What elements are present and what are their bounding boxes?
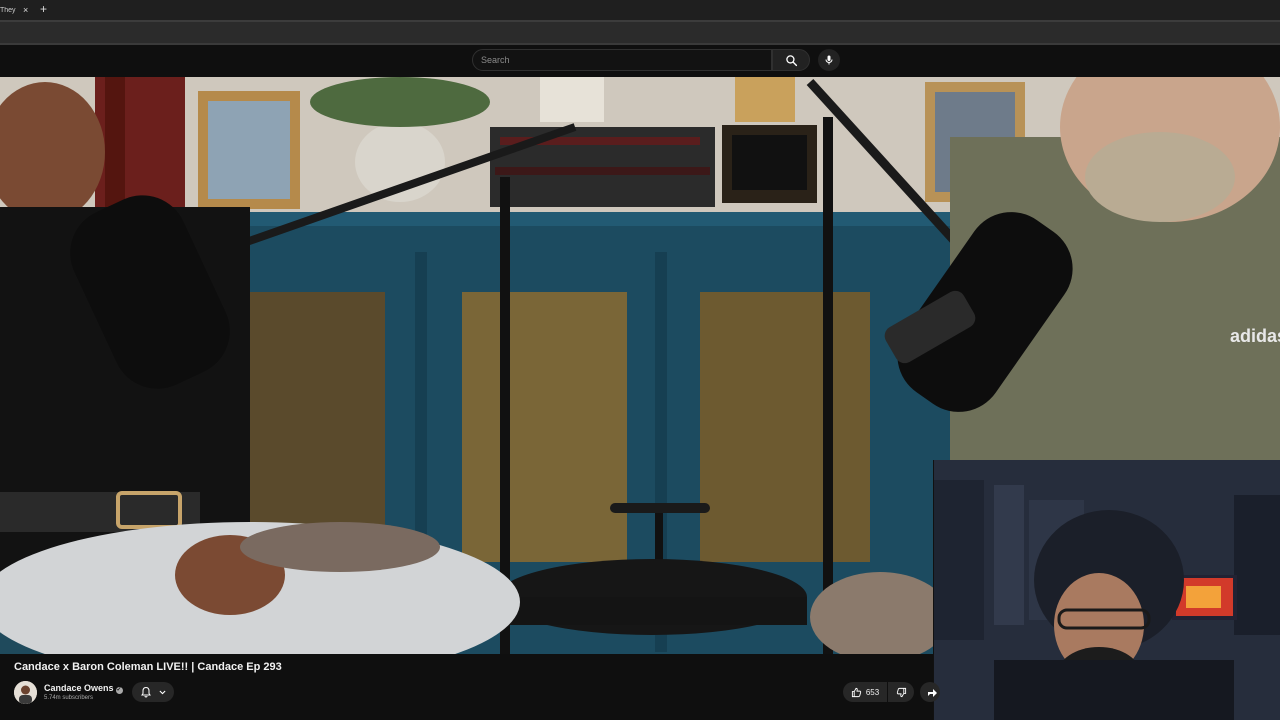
- thumbs-down-icon: [896, 687, 906, 697]
- search-icon: [785, 54, 797, 66]
- dislike-button[interactable]: [888, 682, 914, 702]
- browser-address-bar[interactable]: [0, 20, 1280, 45]
- verified-icon: ✓: [115, 687, 123, 694]
- microphone-icon: [825, 55, 833, 65]
- webcam-frame: [934, 460, 1280, 720]
- video-title: Candace x Baron Coleman LIVE!! | Candace…: [14, 661, 282, 673]
- search-button[interactable]: [772, 49, 810, 71]
- notifications-button[interactable]: [132, 682, 174, 702]
- voice-search-button[interactable]: [818, 49, 840, 71]
- masthead: [0, 45, 1280, 77]
- search-input[interactable]: [481, 50, 761, 70]
- share-icon: [928, 689, 937, 697]
- subscriber-count: 5.74m subscribers: [44, 695, 94, 701]
- channel-name: Candace Owens: [44, 683, 114, 693]
- channel-avatar[interactable]: [14, 681, 37, 704]
- bell-icon: [140, 686, 151, 698]
- like-count: 653: [865, 687, 880, 697]
- webcam-overlay: [933, 460, 1280, 720]
- browser-tab-title: They: [0, 6, 16, 14]
- svg-text:adidas: adidas: [1230, 326, 1280, 346]
- browser-tab[interactable]: They ×: [0, 0, 34, 20]
- new-tab-icon[interactable]: +: [40, 2, 47, 16]
- like-button[interactable]: 653: [843, 682, 887, 702]
- search-box[interactable]: [472, 49, 772, 71]
- thumbs-up-icon: [851, 687, 861, 697]
- channel-name-link[interactable]: Candace Owens ✓: [44, 683, 123, 694]
- chevron-down-icon: [158, 690, 166, 694]
- avatar-image: [14, 681, 37, 704]
- share-button[interactable]: [920, 682, 940, 702]
- close-tab-icon[interactable]: ×: [23, 5, 28, 15]
- browser-tab-strip: They × +: [0, 0, 1280, 20]
